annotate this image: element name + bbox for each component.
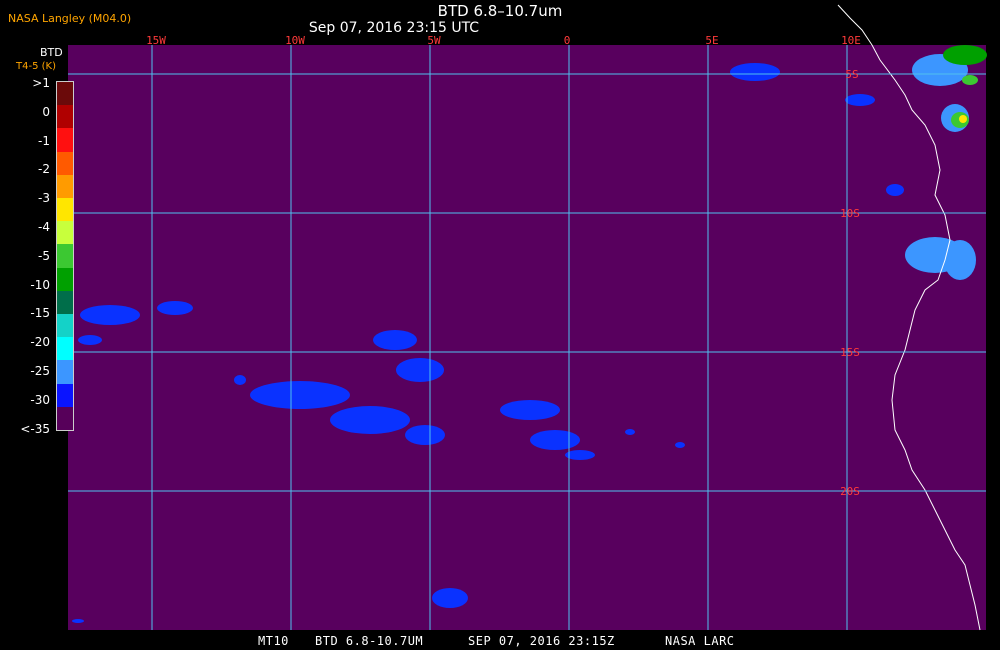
footer-product: BTD 6.8-10.7UM [315,634,424,648]
legend-title: BTD [40,46,63,59]
legend-label: -20 [30,335,50,350]
lat-label: 15S [840,346,860,359]
color-scale-bar [56,81,74,431]
legend-swatch [57,105,73,129]
legend-label: -30 [30,392,50,407]
legend-label: 0 [42,104,50,119]
legend-swatch [57,128,73,153]
legend-label: -25 [30,364,50,378]
legend-swatch [57,244,73,269]
map-background [68,45,986,630]
legend-label: -1 [38,133,50,148]
legend-unit: T4-5 (K) [16,61,56,72]
legend-label: -4 [38,220,50,234]
datetime-text: Sep 07, 2016 23:15 UTC [308,20,480,36]
legend-label: -3 [38,191,50,206]
legend-label: -15 [30,306,50,321]
satellite-map: 15W 10W 5W 0 5E 10E 5S 10S 15S 20S [68,4,987,631]
product-title: BTD 6.8–10.7um [437,2,563,20]
legend-swatch [57,198,73,222]
legend-swatch [57,267,73,292]
legend-swatch [57,174,73,199]
legend-swatch [57,406,73,431]
legend-label: -2 [38,162,50,177]
legend-swatch [57,151,73,176]
lat-label: 5S [845,68,858,81]
legend-swatch [57,290,73,315]
legend-swatch [57,337,73,361]
lat-label: 10S [840,207,860,220]
legend-swatch [57,383,73,408]
legend-swatch [57,221,73,245]
footer-satellite: MT10 [258,634,289,648]
footer-date: SEP 07, 2016 23:15Z [468,634,615,648]
legend-swatch [57,360,73,385]
legend-label: -5 [38,248,50,263]
legend-label: <-35 [20,421,50,436]
legend-label: -10 [30,277,50,292]
footer-source: NASA LARC [665,634,735,648]
legend-swatch [57,82,73,106]
legend-swatch [57,314,73,338]
lat-label: 20S [840,485,860,498]
legend-label: >1 [32,76,50,90]
